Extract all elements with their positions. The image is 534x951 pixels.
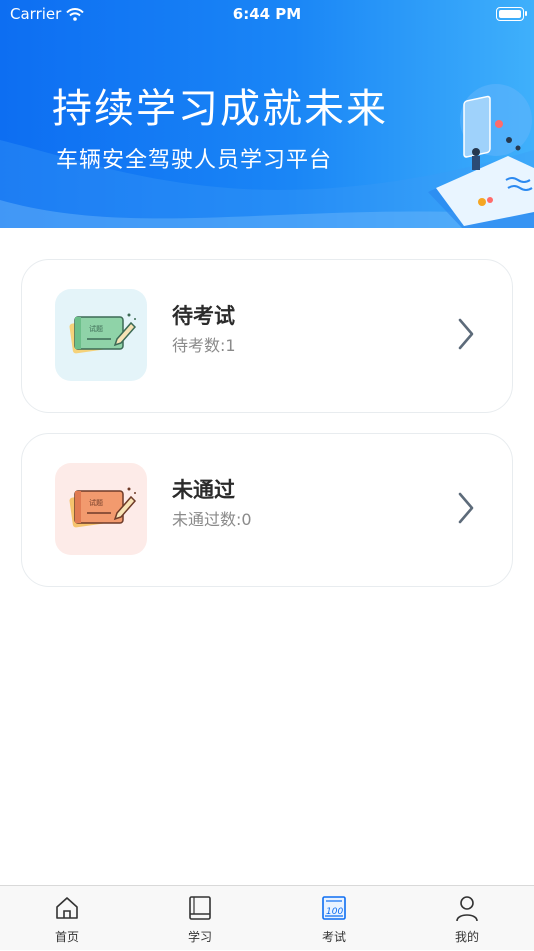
tab-label: 首页: [54, 930, 79, 944]
exam-paper-green-icon: 试题: [69, 313, 137, 354]
card-subtitle: 未通过数:0: [172, 510, 252, 529]
exam-paper-icon-box: 试题: [55, 289, 147, 381]
card-title: 待考试: [172, 304, 235, 328]
tab-home[interactable]: 首页: [17, 886, 117, 951]
status-time: 6:44 PM: [232, 5, 302, 23]
card-subtitle: 待考数:1: [172, 336, 236, 355]
battery-icon: [496, 7, 527, 21]
card-title: 未通过: [172, 478, 235, 502]
chevron-right-icon: [458, 492, 474, 524]
failed-exam-card[interactable]: 试题 未通过 未通过数:0: [21, 433, 513, 587]
book-icon: [189, 896, 211, 920]
tab-label: 考试: [321, 930, 346, 944]
tab-study[interactable]: 学习: [150, 886, 250, 951]
user-icon: [456, 896, 478, 922]
hero-banner: Carrier 6:44 PM 持续学习成就未来 车辆安全驾驶人员学习平台: [0, 0, 534, 228]
tab-exam[interactable]: 100 考试: [284, 886, 384, 951]
pending-exam-card[interactable]: 试题 待考试 待考数:1: [21, 259, 513, 413]
tab-label: 我的: [454, 930, 479, 944]
chevron-right-icon: [458, 318, 474, 350]
banner-title: 持续学习成就未来: [52, 86, 388, 132]
exam-paper-icon-box: 试题: [55, 463, 147, 555]
exam-paper-label: 试题: [89, 324, 103, 333]
tab-label: 学习: [187, 930, 212, 944]
home-icon: [56, 897, 78, 919]
exam-paper-label: 试题: [89, 498, 103, 507]
bottom-tab-bar: 首页 学习 100 考试 我的: [0, 885, 534, 950]
tab-profile[interactable]: 我的: [417, 886, 517, 951]
learning-illustration: [428, 84, 534, 228]
status-bar: Carrier 6:44 PM: [0, 0, 534, 28]
exam-paper-orange-icon: 试题: [69, 487, 137, 528]
banner-subtitle: 车辆安全驾驶人员学习平台: [56, 148, 333, 173]
exam-icon: 100: [322, 896, 346, 920]
